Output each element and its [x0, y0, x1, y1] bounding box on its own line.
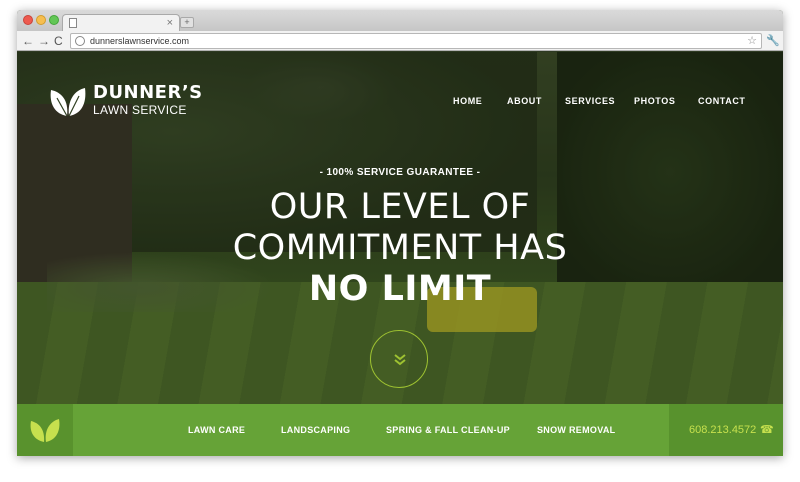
- document-icon: [69, 18, 77, 28]
- nav-services[interactable]: SERVICES: [565, 96, 615, 106]
- address-bar[interactable]: dunnerslawnservice.com ☆: [70, 33, 762, 49]
- nav-contact[interactable]: CONTACT: [698, 96, 746, 106]
- tab-close-icon[interactable]: ×: [167, 16, 173, 30]
- close-window-button[interactable]: [23, 15, 33, 25]
- bookmark-star-icon[interactable]: ☆: [747, 34, 757, 48]
- leaf-icon: [50, 88, 86, 117]
- browser-tab[interactable]: ×: [62, 14, 180, 32]
- services-leaf-box: [17, 404, 73, 456]
- url-text[interactable]: dunnerslawnservice.com: [90, 35, 189, 47]
- logo-name: DUNNER’S: [93, 82, 203, 103]
- service-cleanup[interactable]: SPRING & FALL CLEAN-UP: [386, 425, 510, 435]
- minimize-window-button[interactable]: [36, 15, 46, 25]
- service-landscaping[interactable]: LANDSCAPING: [281, 425, 350, 435]
- hero-headline-line-1: OUR LEVEL OF: [269, 187, 531, 227]
- phone-icon: ☎: [760, 424, 774, 436]
- tab-bar: × +: [17, 10, 783, 32]
- nav-about[interactable]: ABOUT: [507, 96, 542, 106]
- service-snow-removal[interactable]: SNOW REMOVAL: [537, 425, 615, 435]
- hero-headline-line-3: NO LIMIT: [308, 269, 492, 309]
- nav-photos[interactable]: PHOTOS: [634, 96, 675, 106]
- scroll-down-button[interactable]: [370, 330, 428, 388]
- browser-window: × + ← → C dunnerslawnservice.com ☆ 🔧 DUN…: [17, 10, 783, 456]
- site-logo[interactable]: DUNNER’S LAWN SERVICE: [49, 82, 202, 122]
- phone-number[interactable]: 608.213.4572: [689, 424, 756, 436]
- new-tab-button[interactable]: +: [180, 17, 194, 28]
- hero-section: DUNNER’S LAWN SERVICE HOME ABOUT SERVICE…: [17, 52, 783, 404]
- globe-icon: [75, 36, 85, 46]
- logo-subtitle: LAWN SERVICE: [93, 103, 187, 117]
- hero-headline-line-2: COMMITMENT HAS: [232, 228, 568, 268]
- nav-home[interactable]: HOME: [453, 96, 482, 106]
- hero-eyebrow: - 100% SERVICE GUARANTEE -: [319, 167, 481, 178]
- reload-button[interactable]: C: [54, 33, 63, 49]
- leaf-icon: [30, 419, 60, 442]
- services-bar: LAWN CARE LANDSCAPING SPRING & FALL CLEA…: [17, 404, 783, 456]
- browser-toolbar: ← → C dunnerslawnservice.com ☆ 🔧: [17, 31, 783, 51]
- back-button[interactable]: ←: [22, 33, 34, 49]
- forward-button[interactable]: →: [38, 33, 50, 49]
- maximize-window-button[interactable]: [49, 15, 59, 25]
- wrench-menu-icon[interactable]: 🔧: [766, 33, 780, 49]
- double-chevron-down-icon: [394, 354, 406, 366]
- service-lawn-care[interactable]: LAWN CARE: [188, 425, 245, 435]
- phone-box[interactable]: 608.213.4572 ☎: [669, 404, 783, 456]
